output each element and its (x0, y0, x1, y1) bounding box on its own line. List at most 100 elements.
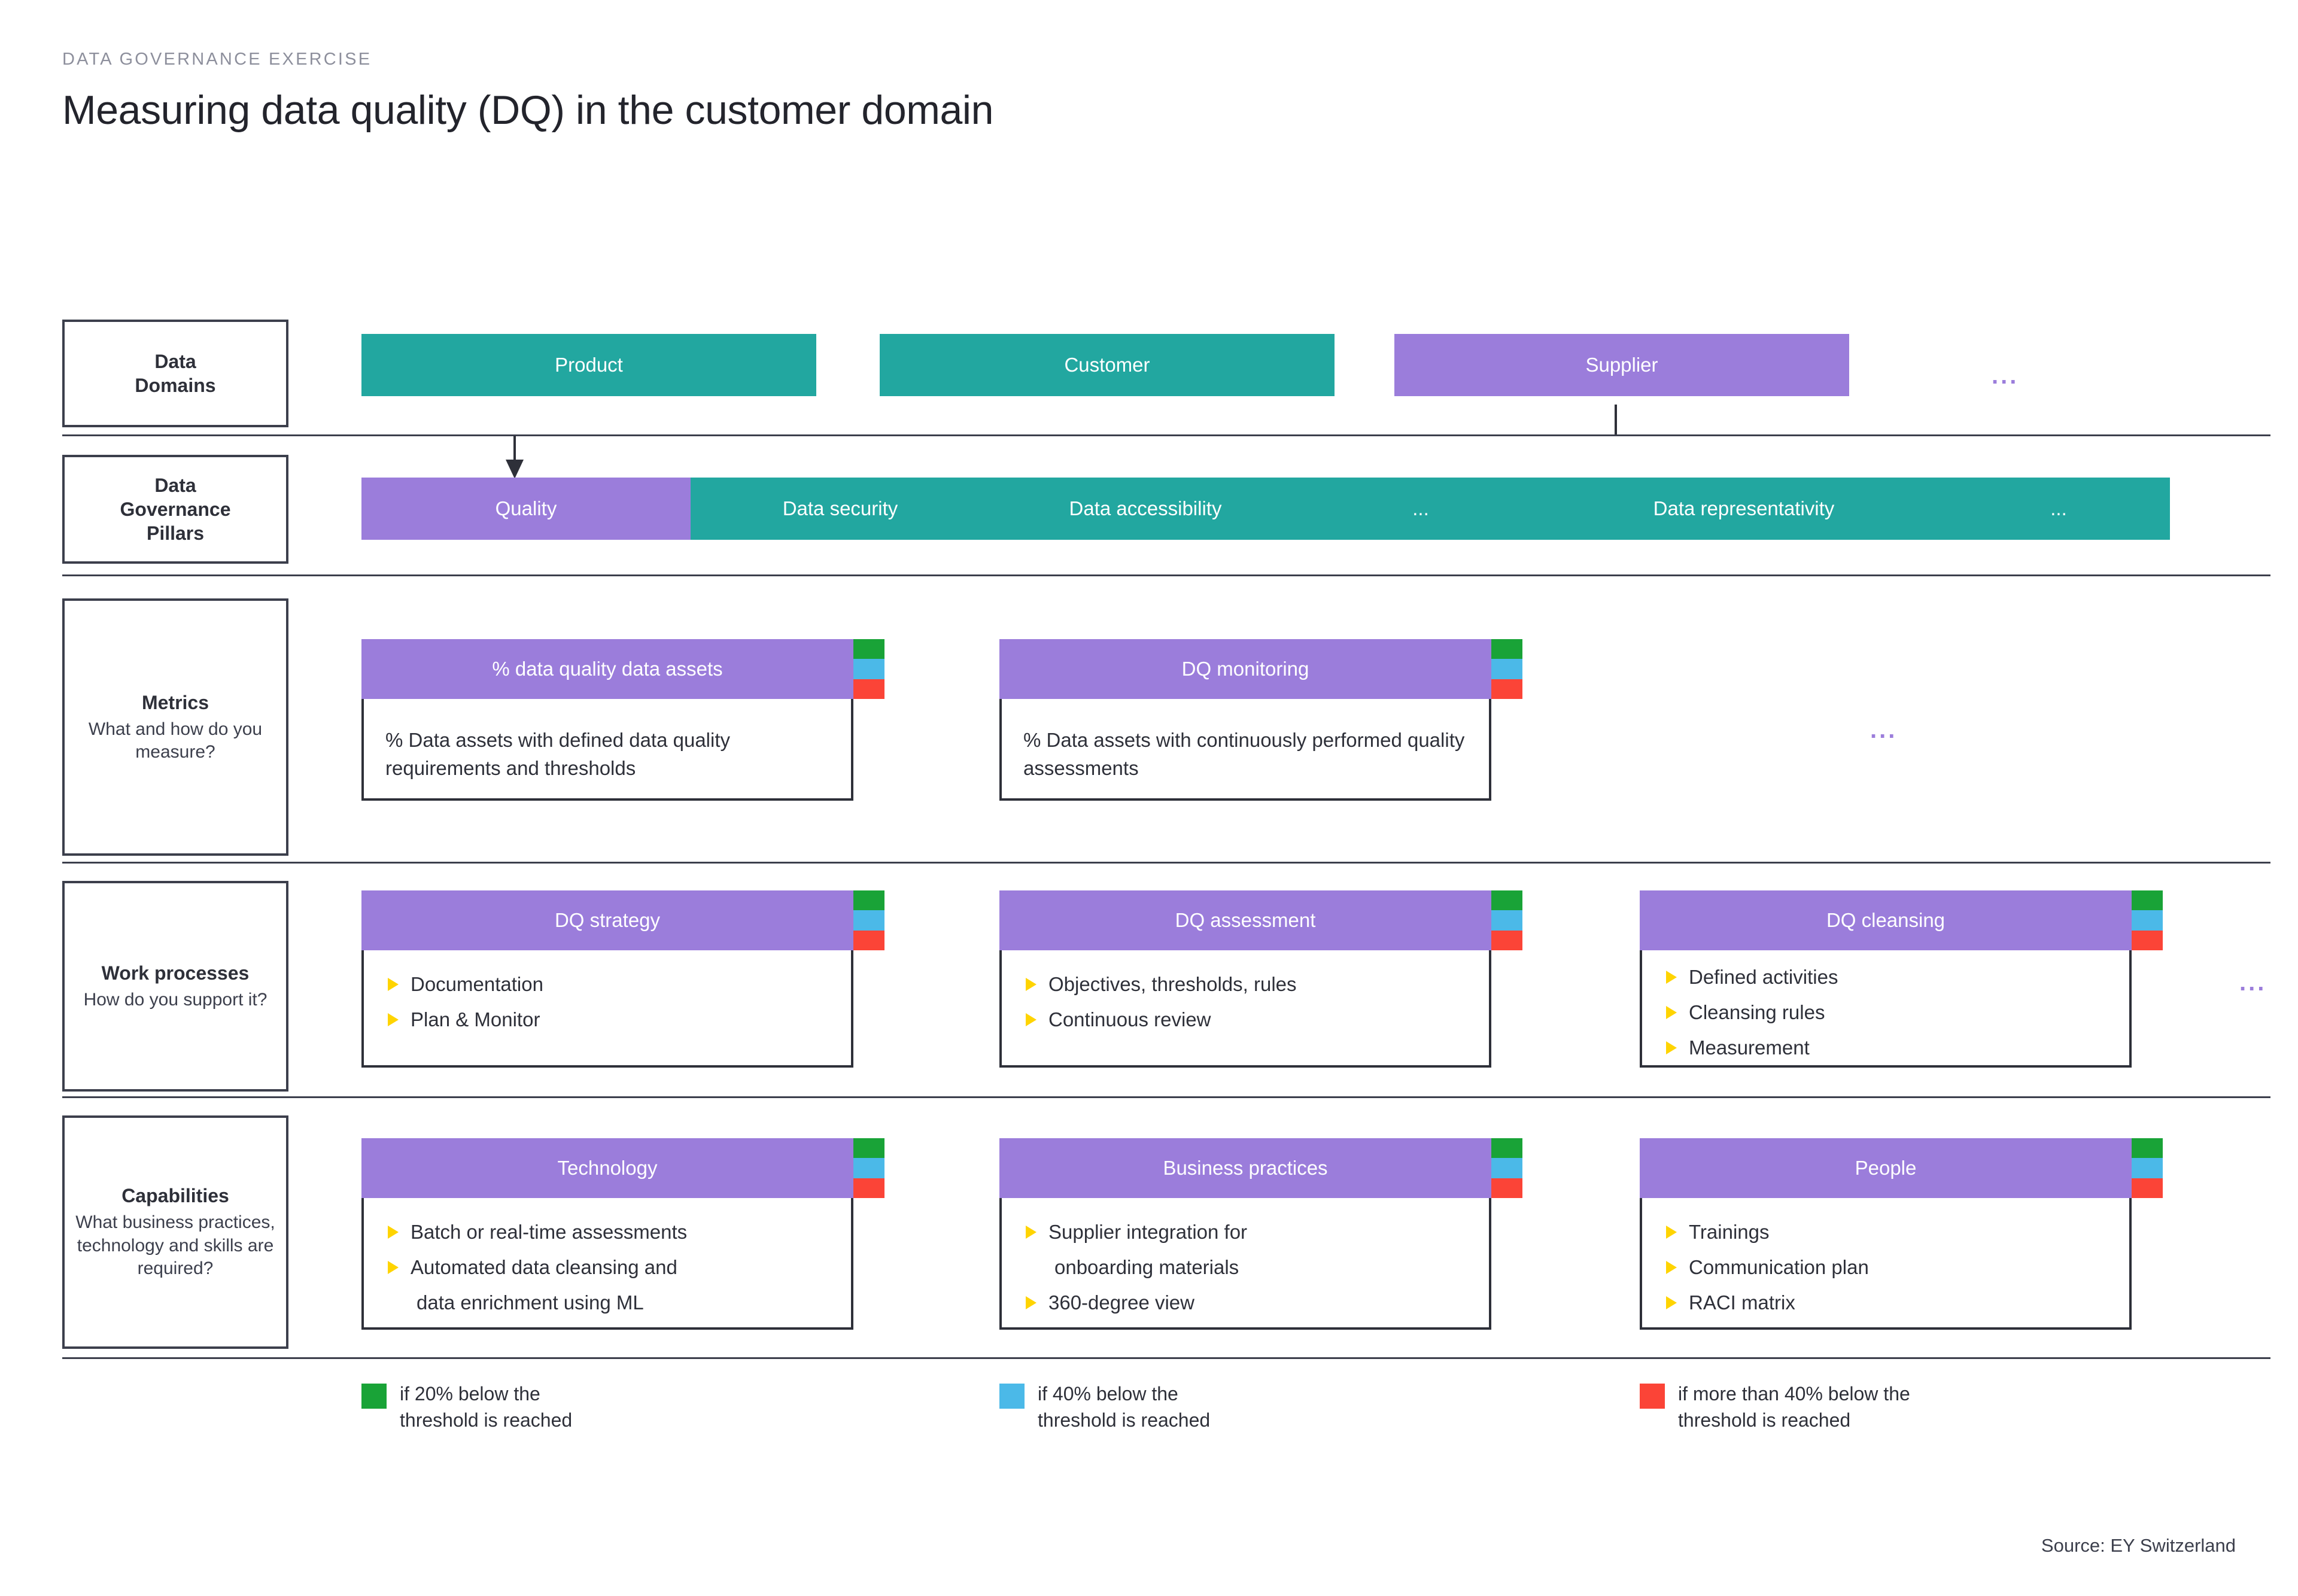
triangle-bullet-icon (1666, 971, 1677, 984)
capability-card-people[interactable]: People Trainings Communication plan RACI… (1640, 1138, 2163, 1330)
capability-card-business-practices[interactable]: Business practices Supplier integration … (999, 1138, 1522, 1330)
metric-card-dq-monitoring[interactable]: DQ monitoring % Data assets with continu… (999, 639, 1522, 801)
legend-line1: if 40% below the (1038, 1383, 1178, 1405)
threshold-chip-red (853, 679, 884, 699)
list-item-label: Documentation (411, 973, 543, 995)
row-label-governance-pillars: Data Governance Pillars (62, 455, 288, 564)
capability-card-title: Technology (557, 1157, 658, 1179)
row-label-work-processes: Work processes How do you support it? (62, 881, 288, 1092)
triangle-bullet-icon (388, 978, 399, 991)
list-item: Automated data cleansing and (385, 1254, 829, 1282)
list-item: Cleansing rules (1664, 999, 2108, 1027)
triangle-bullet-icon (1666, 1005, 1677, 1019)
threshold-chip-green (2132, 1138, 2163, 1159)
threshold-chip-green (853, 1138, 884, 1159)
divider-workprocesses-capabilities (62, 1096, 2270, 1098)
threshold-indicator-chips (853, 1138, 884, 1198)
process-card-body: Defined activities Cleansing rules Measu… (1640, 950, 2132, 1068)
process-card-title: DQ strategy (554, 909, 661, 931)
divider-capabilities-legend (62, 1357, 2270, 1359)
pillar-data-security[interactable]: Data security (691, 478, 990, 540)
process-card-body: Objectives, thresholds, rules Continuous… (999, 950, 1491, 1068)
threshold-chip-blue (1491, 910, 1522, 931)
list-item-label: Automated data cleansing and (411, 1255, 677, 1278)
workprocesses-label-title: Work processes (101, 962, 250, 984)
row-label-title-line2: Domains (135, 375, 216, 396)
list-item: Trainings (1664, 1218, 2108, 1247)
capability-card-header: Technology (361, 1138, 884, 1198)
domain-chip-supplier-label: Supplier (1585, 354, 1658, 376)
metrics-label-title: Metrics (141, 691, 209, 713)
legend-line1: if more than 40% below the (1678, 1383, 1910, 1405)
pillar-ellipsis-2-label: ... (2050, 497, 2067, 519)
domain-chip-customer[interactable]: Customer (880, 334, 1335, 396)
capabilities-label-title: Capabilities (121, 1185, 229, 1207)
pillar-ellipsis-1: ... (1301, 478, 1540, 540)
legend-line1: if 20% below the (400, 1383, 540, 1405)
threshold-indicator-chips (1491, 890, 1522, 950)
triangle-bullet-icon (1026, 1013, 1036, 1026)
triangle-bullet-icon (1026, 1226, 1036, 1239)
pillars-label-line3: Pillars (146, 522, 205, 544)
domain-chip-supplier[interactable]: Supplier (1394, 334, 1849, 396)
legend-line2: threshold is reached (1038, 1409, 1211, 1431)
process-card-dq-strategy[interactable]: DQ strategy Documentation Plan & Monitor (361, 890, 884, 1068)
domain-chip-product-label: Product (555, 354, 623, 376)
process-card-dq-cleansing[interactable]: DQ cleansing Defined activities Cleansin… (1640, 890, 2163, 1068)
threshold-chip-red (1491, 1178, 1522, 1198)
list-item-label: data enrichment using ML (417, 1291, 644, 1314)
pillars-label-line1: Data (154, 475, 196, 496)
metric-card-data-quality-data-assets[interactable]: % data quality data assets % Data assets… (361, 639, 884, 801)
threshold-chip-green (1491, 890, 1522, 911)
pillars-label-line2: Governance (120, 498, 231, 520)
list-item-label: Objectives, thresholds, rules (1048, 973, 1297, 995)
threshold-chip-blue (853, 910, 884, 931)
pillar-data-accessibility-label: Data accessibility (1069, 497, 1222, 519)
capability-card-header: Business practices (999, 1138, 1522, 1198)
triangle-bullet-icon (1666, 1260, 1677, 1274)
capability-card-body: Trainings Communication plan RACI matrix (1640, 1198, 2132, 1330)
legend-line2: threshold is reached (1678, 1409, 1851, 1431)
pillar-quality-label: Quality (495, 497, 557, 519)
domain-chip-product[interactable]: Product (361, 334, 816, 396)
pillar-data-representativity[interactable]: Data representativity (1540, 478, 1947, 540)
list-item-label: Defined activities (1689, 966, 1838, 988)
threshold-chip-green (1491, 639, 1522, 659)
pillar-quality[interactable]: Quality (361, 478, 691, 540)
legend-text-red: if more than 40% below the threshold is … (1678, 1381, 1910, 1433)
triangle-bullet-icon (1026, 1296, 1036, 1309)
threshold-chip-blue (853, 1158, 884, 1178)
domains-ellipsis: ... (1992, 363, 2019, 389)
threshold-chip-green (853, 890, 884, 911)
threshold-chip-green (1491, 1138, 1522, 1159)
process-card-header: DQ assessment (999, 890, 1522, 950)
list-item-label: Batch or real-time assessments (411, 1221, 688, 1243)
capability-card-technology[interactable]: Technology Batch or real-time assessment… (361, 1138, 884, 1330)
capability-card-header: People (1640, 1138, 2163, 1198)
threshold-chip-red (2132, 1178, 2163, 1198)
metric-card-description: % Data assets with continuously performe… (1023, 729, 1465, 779)
process-card-header: DQ cleansing (1640, 890, 2163, 950)
capability-card-title: People (1855, 1157, 1917, 1179)
threshold-indicator-chips (853, 639, 884, 699)
list-item-label: Continuous review (1048, 1008, 1211, 1030)
metric-card-header: DQ monitoring (999, 639, 1522, 699)
legend-text-blue: if 40% below the threshold is reached (1038, 1381, 1210, 1433)
pillar-data-accessibility[interactable]: Data accessibility (990, 478, 1301, 540)
list-item-label: 360-degree view (1048, 1291, 1194, 1314)
threshold-chip-blue (2132, 910, 2163, 931)
list-item: RACI matrix (1664, 1289, 2108, 1317)
legend-item-green: if 20% below the threshold is reached (361, 1381, 900, 1433)
list-item-continuation: onboarding materials (1023, 1254, 1467, 1282)
threshold-indicator-chips (853, 890, 884, 950)
metric-card-header: % data quality data assets (361, 639, 884, 699)
workprocesses-label-sub: How do you support it? (83, 989, 268, 1010)
metric-card-description: % Data assets with defined data quality … (385, 729, 731, 779)
list-item: Continuous review (1023, 1006, 1467, 1034)
divider-pillars-metrics (62, 574, 2270, 576)
metric-card-title: DQ monitoring (1181, 658, 1309, 680)
list-item-label: Trainings (1689, 1221, 1770, 1243)
metric-card-title: % data quality data assets (492, 658, 723, 680)
threshold-indicator-chips (2132, 1138, 2163, 1198)
process-card-dq-assessment[interactable]: DQ assessment Objectives, thresholds, ru… (999, 890, 1522, 1068)
